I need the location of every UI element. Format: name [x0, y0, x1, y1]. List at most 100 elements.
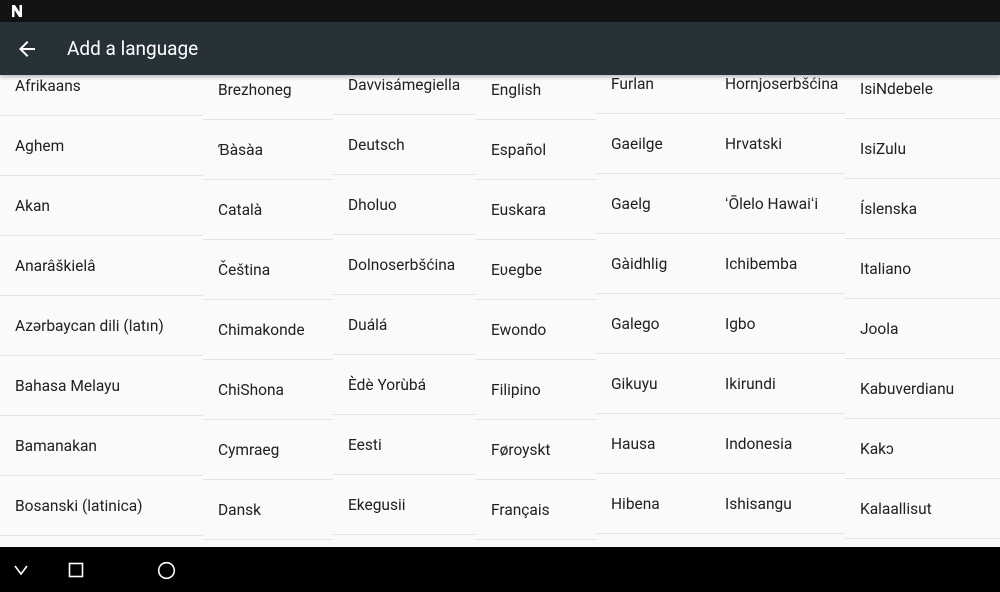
language-item[interactable]: Furlan	[596, 75, 710, 114]
language-item[interactable]: Kalaallisut	[845, 479, 1000, 539]
language-item[interactable]: Deutsch	[333, 115, 476, 175]
language-label: Català	[218, 201, 263, 219]
language-item[interactable]: Joola	[845, 299, 1000, 359]
language-item[interactable]: Dansk	[203, 480, 333, 540]
language-item[interactable]: Akan	[0, 176, 203, 236]
language-label: Français	[491, 501, 550, 519]
language-label: IsiZulu	[860, 140, 906, 158]
language-label: Furlan	[611, 75, 654, 93]
language-label: Azərbaycan dili (latın)	[15, 317, 164, 335]
language-item[interactable]: Dolnoserbšćina	[333, 235, 476, 295]
language-item[interactable]: Filipino	[476, 360, 596, 420]
language-item[interactable]: Afrikaans	[0, 75, 203, 116]
language-item[interactable]: Gikuyu	[596, 354, 710, 414]
language-item[interactable]: Ekegusii	[333, 475, 476, 535]
language-item[interactable]: Anarâškielâ	[0, 236, 203, 296]
language-label: Anarâškielâ	[15, 257, 96, 275]
language-item[interactable]: Gàidhlig	[596, 234, 710, 294]
language-item[interactable]: Aghem	[0, 116, 203, 176]
language-label: Bosanski (latinica)	[15, 497, 143, 515]
language-item[interactable]: Igbo	[710, 294, 845, 354]
recents-square-icon[interactable]	[68, 562, 84, 578]
language-item[interactable]: Ɓàsàa	[203, 120, 333, 180]
language-item[interactable]: Ichibemba	[710, 234, 845, 294]
language-item[interactable]: Ewondo	[476, 300, 596, 360]
language-item[interactable]: Hrvatski	[710, 114, 845, 174]
language-item[interactable]: Duálá	[333, 295, 476, 355]
language-item[interactable]: Davvisámegiella	[333, 75, 476, 115]
app-bar: Add a language	[0, 22, 1000, 75]
language-item[interactable]: Èdè Yorùbá	[333, 355, 476, 415]
language-item[interactable]: English	[476, 75, 596, 120]
language-item[interactable]: Føroyskt	[476, 420, 596, 480]
language-item[interactable]: Indonesia	[710, 414, 845, 474]
language-label: Hornjoserbšćina	[725, 75, 839, 93]
language-label: Bamanakan	[15, 437, 97, 455]
language-item[interactable]: Gaeilge	[596, 114, 710, 174]
language-label: Davvisámegiella	[348, 76, 461, 94]
language-label: IsiNdebele	[860, 80, 933, 98]
language-label: Ikirundi	[725, 375, 776, 393]
language-item[interactable]: Cymraeg	[203, 420, 333, 480]
language-label: Galego	[611, 315, 660, 333]
language-label: Dholuo	[348, 196, 397, 214]
language-label: Hibena	[611, 495, 660, 513]
language-label: Ewondo	[491, 321, 547, 339]
language-column: Davvisámegiella Deutsch Dholuo Dolnoserbšći…	[333, 75, 476, 547]
language-label: Deutsch	[348, 136, 405, 154]
language-item[interactable]: Brezhoneg	[203, 75, 333, 120]
language-item[interactable]: Galego	[596, 294, 710, 354]
language-item[interactable]: Eesti	[333, 415, 476, 475]
language-label: Èdè Yorùbá	[348, 376, 427, 394]
language-label: Filipino	[491, 381, 541, 399]
language-column: Brezhoneg Ɓàsàa Català Čeština Chimakonde Chi…	[203, 75, 333, 547]
arrow-back-icon[interactable]	[15, 37, 39, 61]
language-item[interactable]: Íslenska	[845, 179, 1000, 239]
language-label: ʻŌlelo Hawaiʻi	[725, 195, 819, 213]
language-item[interactable]: Eʋegbe	[476, 240, 596, 300]
language-item[interactable]: Bahasa Melayu	[0, 356, 203, 416]
language-label: Eesti	[348, 436, 382, 454]
language-item[interactable]: Bamanakan	[0, 416, 203, 476]
language-item[interactable]: Euskara	[476, 180, 596, 240]
language-item[interactable]: Italiano	[845, 239, 1000, 299]
language-label: Føroyskt	[491, 441, 551, 459]
nav-back-icon[interactable]	[13, 563, 29, 577]
language-item[interactable]: ʻŌlelo Hawaiʻi	[710, 174, 845, 234]
language-label: English	[491, 81, 542, 99]
language-item[interactable]: Català	[203, 180, 333, 240]
language-item[interactable]: Hibena	[596, 474, 710, 534]
language-item[interactable]: ChiShona	[203, 360, 333, 420]
language-item[interactable]: Kakɔ	[845, 419, 1000, 479]
page-title: Add a language	[67, 37, 199, 60]
language-label: Gaeilge	[611, 135, 663, 153]
language-label: Español	[491, 141, 547, 159]
language-label: Gikuyu	[611, 375, 658, 393]
language-column: Hornjoserbšćina Hrvatski ʻŌlelo Hawaiʻi Ich…	[710, 75, 845, 547]
language-item[interactable]: Español	[476, 120, 596, 180]
language-item[interactable]: Kabuverdianu	[845, 359, 1000, 419]
language-item[interactable]: Hausa	[596, 414, 710, 474]
language-label: Chimakonde	[218, 321, 305, 339]
language-label: Afrikaans	[15, 77, 81, 95]
language-list[interactable]: Afrikaans Aghem Akan Anarâškielâ Azərbaycan …	[0, 75, 1000, 547]
language-label: Duálá	[348, 316, 388, 334]
language-item[interactable]: Čeština	[203, 240, 333, 300]
language-label: Hrvatski	[725, 135, 782, 153]
language-item[interactable]: Gaelg	[596, 174, 710, 234]
language-item[interactable]: Dholuo	[333, 175, 476, 235]
language-item[interactable]: Chimakonde	[203, 300, 333, 360]
status-bar	[0, 0, 1000, 22]
home-circle-icon[interactable]	[157, 561, 176, 580]
language-item[interactable]: Ikirundi	[710, 354, 845, 414]
language-item[interactable]: IsiNdebele	[845, 75, 1000, 119]
language-item[interactable]: Azərbaycan dili (latın)	[0, 296, 203, 356]
language-item[interactable]: Hornjoserbšćina	[710, 75, 845, 114]
language-item[interactable]: Français	[476, 480, 596, 540]
language-item[interactable]: IsiZulu	[845, 119, 1000, 179]
language-label: Aghem	[15, 137, 65, 155]
language-label: Joola	[860, 320, 899, 338]
language-item[interactable]: Ishisangu	[710, 474, 845, 534]
language-item[interactable]: Bosanski (latinica)	[0, 476, 203, 536]
language-label: Akan	[15, 197, 50, 215]
